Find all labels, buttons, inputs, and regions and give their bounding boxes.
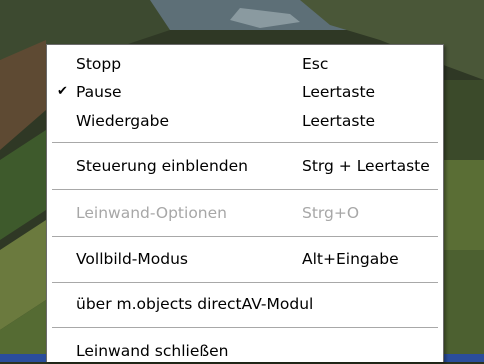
menu-item-label: Leinwand schließen — [76, 342, 229, 360]
menu-item-vollbild-modus[interactable]: Vollbild-Modus Alt+Eingabe — [47, 246, 443, 272]
menu-separator — [52, 282, 438, 284]
menu-item-shortcut: Strg + Leertaste — [302, 157, 430, 175]
menu-item-label: Wiedergabe — [76, 112, 170, 130]
menu-item-ueber-directav-modul[interactable]: über m.objects directAV-Modul — [47, 291, 443, 317]
menu-item-shortcut: Strg+O — [302, 204, 360, 222]
menu-separator — [52, 142, 438, 144]
menu-item-pause[interactable]: ✔ Pause Leertaste — [47, 79, 443, 105]
menu-item-steuerung-einblenden[interactable]: Steuerung einblenden Strg + Leertaste — [47, 153, 443, 179]
menu-item-label: Leinwand-Optionen — [76, 204, 227, 222]
menu-item-label: Stopp — [76, 55, 122, 73]
menu-separator — [52, 236, 438, 238]
menu-item-shortcut: Leertaste — [302, 112, 376, 130]
context-menu: Stopp Esc ✔ Pause Leertaste Wiedergabe L… — [46, 44, 444, 362]
menu-item-leinwand-schliessen[interactable]: Leinwand schließen — [47, 338, 443, 364]
menu-separator — [52, 327, 438, 329]
menu-item-label: Steuerung einblenden — [76, 157, 248, 175]
menu-item-shortcut: Alt+Eingabe — [302, 250, 399, 268]
menu-item-shortcut: Leertaste — [302, 83, 376, 101]
menu-item-leinwand-optionen[interactable]: Leinwand-Optionen Strg+O — [47, 200, 443, 226]
menu-item-stopp[interactable]: Stopp Esc — [47, 51, 443, 77]
checkmark-icon: ✔ — [57, 84, 68, 99]
menu-item-wiedergabe[interactable]: Wiedergabe Leertaste — [47, 108, 443, 134]
menu-item-label: über m.objects directAV-Modul — [76, 295, 314, 313]
menu-item-label: Pause — [76, 83, 122, 101]
menu-item-label: Vollbild-Modus — [76, 250, 188, 268]
menu-item-shortcut: Esc — [302, 55, 329, 73]
menu-separator — [52, 189, 438, 191]
